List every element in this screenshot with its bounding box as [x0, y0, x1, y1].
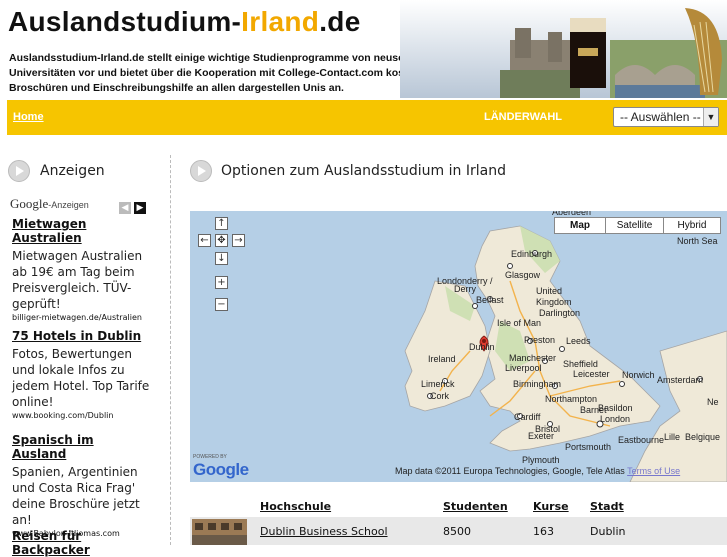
ad-next-icon[interactable]: ▶	[134, 202, 146, 214]
ad-title[interactable]: Mietwagen Australien	[12, 217, 152, 245]
ad-item[interactable]: 75 Hotels in Dublin Fotos, Bewertungen u…	[12, 329, 152, 420]
svg-text:Glasgow: Glasgow	[505, 270, 541, 280]
col-header-hochschule[interactable]: Hochschule	[260, 500, 331, 513]
site-header: Auslandstudium-Irland.de Auslandsstudium…	[0, 0, 727, 100]
ad-description: Fotos, Bewertungen und lokale Infos zu j…	[12, 347, 150, 409]
ad-prev-icon[interactable]: ◀	[119, 202, 131, 214]
col-header-studenten[interactable]: Studenten	[443, 500, 508, 513]
map-type-hybrid[interactable]: Hybrid	[663, 217, 721, 234]
svg-text:Leeds: Leeds	[566, 336, 591, 346]
ad-title[interactable]: Spanisch im Ausland	[12, 433, 152, 461]
svg-text:Amsterdam: Amsterdam	[657, 375, 703, 385]
arrow-circle-icon	[8, 160, 30, 182]
zoom-in-icon[interactable]: +	[215, 276, 228, 289]
nav-home-link[interactable]: Home	[13, 111, 44, 123]
svg-text:United: United	[536, 286, 562, 296]
svg-text:Liverpool: Liverpool	[505, 363, 542, 373]
svg-text:Derry: Derry	[454, 284, 476, 294]
google-wordmark: Google	[10, 196, 49, 211]
pan-center-icon[interactable]: ✥	[215, 234, 228, 247]
map-attribution: Map data ©2011 Europa Technologies, Goog…	[395, 466, 680, 476]
map-type-satellite[interactable]: Satellite	[605, 217, 664, 234]
map-view[interactable]: Aberdeen North Sea Edinburgh Glasgow Lon…	[190, 211, 727, 482]
svg-text:Kingdom: Kingdom	[536, 297, 572, 307]
svg-text:Edinburgh: Edinburgh	[511, 249, 552, 259]
svg-text:Cardiff: Cardiff	[514, 412, 541, 422]
svg-text:Sheffield: Sheffield	[563, 359, 598, 369]
ad-item[interactable]: Reisen für Backpacker	[12, 529, 152, 557]
nav-laenderwahl-label: LÄNDERWAHL	[484, 111, 563, 123]
ad-description: Spanien, Argentinien und Costa Rica Frag…	[12, 465, 140, 527]
svg-text:Preston: Preston	[524, 335, 555, 345]
svg-text:Darlington: Darlington	[539, 308, 580, 318]
svg-text:Ne: Ne	[707, 397, 719, 407]
country-select[interactable]: -- Auswählen -- ▼	[613, 107, 719, 127]
svg-text:Exeter: Exeter	[528, 431, 554, 441]
sidebar-title: Anzeigen	[40, 163, 105, 179]
ad-url[interactable]: billiger-mietwagen.de/Australien	[12, 313, 152, 322]
arrow-circle-icon	[190, 160, 212, 182]
terms-link[interactable]: Terms of Use	[627, 466, 680, 476]
ad-title[interactable]: Reisen für Backpacker	[12, 529, 152, 557]
svg-text:Lille: Lille	[664, 432, 680, 442]
attribution-text: Map data ©2011 Europa Technologies, Goog…	[395, 466, 625, 476]
ads-label: -Anzeigen	[48, 200, 89, 210]
svg-text:Limerick: Limerick	[421, 379, 455, 389]
svg-text:Plymouth: Plymouth	[522, 455, 560, 465]
logo-suffix: .de	[319, 6, 361, 37]
svg-text:Basildon: Basildon	[598, 403, 633, 413]
pan-left-icon[interactable]: ←	[198, 234, 211, 247]
city-name: Dublin	[590, 525, 626, 538]
students-count: 8500	[443, 525, 471, 538]
chevron-down-icon[interactable]: ▼	[703, 108, 718, 126]
google-logo[interactable]: POWERED BY Google	[193, 454, 249, 480]
logo-highlight: Irland	[241, 6, 320, 37]
university-name-link[interactable]: Dublin Business School	[260, 525, 388, 538]
logo-prefix: Auslandstudium-	[8, 6, 242, 37]
svg-text:Birmingham: Birmingham	[513, 379, 561, 389]
map-type-map[interactable]: Map	[554, 217, 606, 234]
sidebar: Anzeigen Google-Anzeigen ◀ ▶ Mietwagen Au…	[0, 155, 171, 557]
svg-text:Belfast: Belfast	[476, 295, 504, 305]
svg-text:Northampton: Northampton	[545, 394, 597, 404]
country-select-value: -- Auswählen --	[620, 110, 701, 124]
table-row[interactable]: Dublin Business School 8500 163 Dublin	[190, 517, 727, 545]
svg-text:Portsmouth: Portsmouth	[565, 442, 611, 452]
pan-right-icon[interactable]: →	[232, 234, 245, 247]
svg-text:London: London	[600, 414, 630, 424]
pan-down-icon[interactable]: ↓	[215, 252, 228, 265]
ad-url[interactable]: www.booking.com/Dublin	[12, 411, 152, 420]
svg-text:Eastbourne: Eastbourne	[618, 435, 664, 445]
col-header-stadt[interactable]: Stadt	[590, 500, 624, 513]
svg-text:Belgique: Belgique	[685, 432, 720, 442]
banner-image	[400, 0, 727, 98]
col-header-kurse[interactable]: Kurse	[533, 500, 569, 513]
nav-bar: Home LÄNDERWAHL -- Auswählen -- ▼	[7, 100, 727, 135]
svg-text:Ireland: Ireland	[428, 354, 456, 364]
pan-up-icon[interactable]: ↑	[215, 217, 228, 230]
ad-description: Mietwagen Australien ab 19€ am Tag beim …	[12, 249, 143, 311]
zoom-out-icon[interactable]: −	[215, 298, 228, 311]
svg-text:Isle of Man: Isle of Man	[497, 318, 541, 328]
svg-text:Manchester: Manchester	[509, 353, 556, 363]
site-logo[interactable]: Auslandstudium-Irland.de	[8, 6, 361, 38]
svg-text:Cork: Cork	[430, 391, 450, 401]
svg-text:Leicester: Leicester	[573, 369, 610, 379]
google-wordmark: Google	[193, 460, 249, 479]
ad-nav: ◀ ▶	[119, 195, 149, 214]
svg-text:Norwich: Norwich	[622, 370, 655, 380]
ad-item[interactable]: Mietwagen Australien Mietwagen Australie…	[12, 217, 152, 322]
ad-title[interactable]: 75 Hotels in Dublin	[12, 329, 152, 343]
svg-text:North Sea: North Sea	[677, 236, 718, 246]
page-title: Optionen zum Auslandsstudium in Irland	[221, 163, 506, 179]
ad-item[interactable]: Spanisch im Ausland Spanien, Argentinien…	[12, 433, 152, 538]
university-thumbnail[interactable]	[192, 519, 247, 545]
courses-count: 163	[533, 525, 554, 538]
google-ads-label: Google-Anzeigen	[10, 196, 89, 212]
svg-text:Dublin: Dublin	[469, 342, 495, 352]
